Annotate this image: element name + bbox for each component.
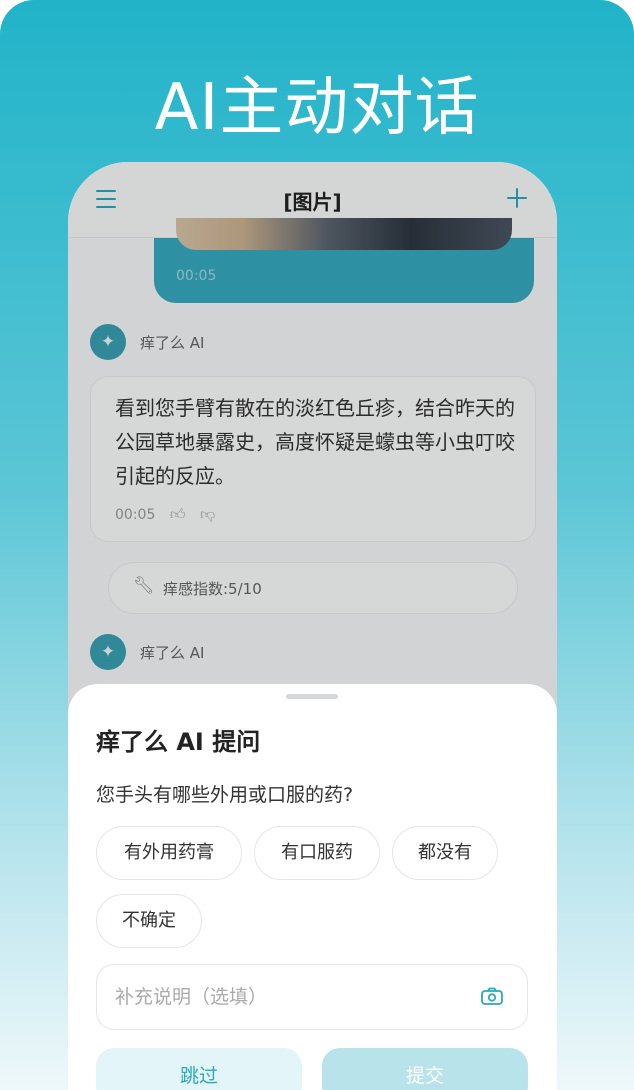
sheet-drag-handle[interactable] bbox=[286, 694, 338, 699]
option-not-sure[interactable]: 不确定 bbox=[96, 894, 202, 948]
note-input[interactable] bbox=[115, 979, 455, 1015]
sheet-question: 您手头有哪些外用或口服的药? bbox=[96, 784, 354, 806]
ai-question-sheet: 痒了么 AI 提问 您手头有哪些外用或口服的药? 有外用药膏 有口服药 都没有 … bbox=[68, 684, 557, 1090]
promo-headline: AI主动对话 bbox=[154, 71, 480, 145]
note-field bbox=[96, 964, 528, 1030]
option-none[interactable]: 都没有 bbox=[392, 826, 498, 880]
option-topical-ointment[interactable]: 有外用药膏 bbox=[96, 826, 242, 880]
submit-button[interactable]: 提交 bbox=[322, 1048, 528, 1090]
promo-poster: AI主动对话 [图片] 00:05 ✦ 痒了么 AI 看到您手臂有散在的淡红色丘… bbox=[0, 0, 634, 1090]
sheet-title: 痒了么 AI 提问 bbox=[96, 728, 261, 756]
option-oral-medicine[interactable]: 有口服药 bbox=[254, 826, 380, 880]
phone-screen: [图片] 00:05 ✦ 痒了么 AI 看到您手臂有散在的淡红色丘疹，结合昨天的… bbox=[68, 162, 557, 1090]
skip-button[interactable]: 跳过 bbox=[96, 1048, 302, 1090]
camera-icon[interactable] bbox=[481, 987, 503, 1005]
